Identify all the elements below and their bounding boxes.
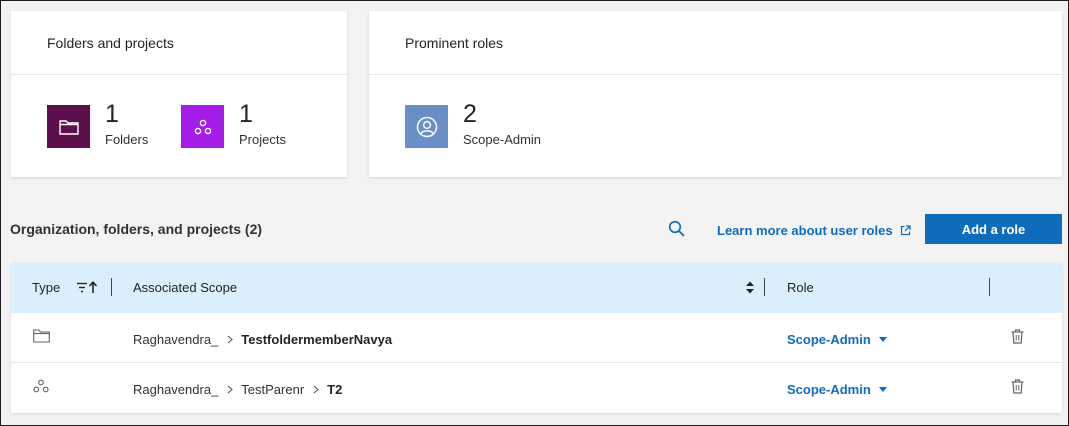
role-label: Scope-Admin	[463, 132, 542, 147]
search-icon	[668, 220, 685, 237]
table-header: Type Associated Scope Role	[11, 263, 1062, 313]
chevron-right-icon	[227, 385, 234, 394]
column-header-role: Role	[787, 280, 814, 295]
table-row[interactable]: Raghavendra_ TestParenr T2 Scope-Admin	[11, 363, 1062, 413]
projects-stat: 1 Projects	[181, 100, 286, 148]
folder-icon	[58, 119, 79, 135]
scope-segment: Raghavendra_	[133, 382, 219, 397]
search-button[interactable]	[668, 220, 686, 238]
column-header-scope: Associated Scope	[133, 280, 238, 295]
folders-stat: 1 Folders	[47, 100, 149, 148]
column-header-type: Type	[32, 280, 61, 295]
scope-path: Raghavendra_ TestParenr T2	[133, 382, 342, 397]
project-icon	[33, 379, 49, 396]
chevron-down-icon	[878, 387, 887, 392]
chevron-right-icon	[313, 385, 320, 394]
folders-projects-title: Folders and projects	[11, 11, 347, 75]
learn-more-label: Learn more about user roles	[717, 223, 893, 238]
learn-more-link[interactable]: Learn more about user roles	[717, 223, 911, 238]
folders-count: 1	[105, 100, 119, 128]
add-role-button[interactable]: Add a role	[925, 214, 1062, 244]
role-dropdown[interactable]: Scope-Admin	[787, 332, 887, 347]
user-circle-icon	[416, 116, 437, 137]
scope-segment: Raghavendra_	[133, 332, 219, 347]
folders-label: Folders	[105, 132, 149, 147]
delete-icon[interactable]	[1011, 329, 1024, 347]
folders-projects-card: Folders and projects 1 Folders 1 Project…	[11, 11, 347, 177]
project-icon	[194, 119, 211, 134]
external-link-icon	[900, 225, 911, 236]
role-stat: 2 Scope-Admin	[405, 100, 542, 148]
column-divider[interactable]	[989, 278, 990, 296]
role-dropdown[interactable]: Scope-Admin	[787, 382, 887, 397]
sort-both-icon[interactable]	[745, 280, 755, 298]
projects-label: Projects	[239, 132, 286, 147]
column-divider[interactable]	[764, 278, 765, 296]
scope-leaf: TestfoldermemberNavya	[241, 332, 393, 347]
prominent-roles-title: Prominent roles	[369, 11, 1062, 75]
delete-icon[interactable]	[1011, 379, 1024, 397]
scope-segment: TestParenr	[241, 382, 305, 397]
scope-leaf: T2	[327, 382, 343, 397]
projects-count: 1	[239, 100, 253, 128]
role-value: Scope-Admin	[787, 382, 871, 397]
prominent-roles-card: Prominent roles 2 Scope-Admin	[369, 11, 1062, 177]
scope-table: Type Associated Scope Role Raghavendra_ …	[11, 263, 1062, 413]
scope-path: Raghavendra_ TestfoldermemberNavya	[133, 332, 392, 347]
folders-tile	[47, 105, 90, 148]
section-title: Organization, folders, and projects (2)	[10, 221, 263, 237]
table-row[interactable]: Raghavendra_ TestfoldermemberNavya Scope…	[11, 313, 1062, 363]
projects-tile	[181, 105, 224, 148]
filter-sort-icon[interactable]	[76, 281, 98, 297]
folder-icon	[33, 329, 50, 346]
column-divider[interactable]	[111, 278, 112, 296]
chevron-right-icon	[227, 335, 234, 344]
role-tile	[405, 105, 448, 148]
chevron-down-icon	[878, 337, 887, 342]
role-count: 2	[463, 100, 477, 128]
role-value: Scope-Admin	[787, 332, 871, 347]
